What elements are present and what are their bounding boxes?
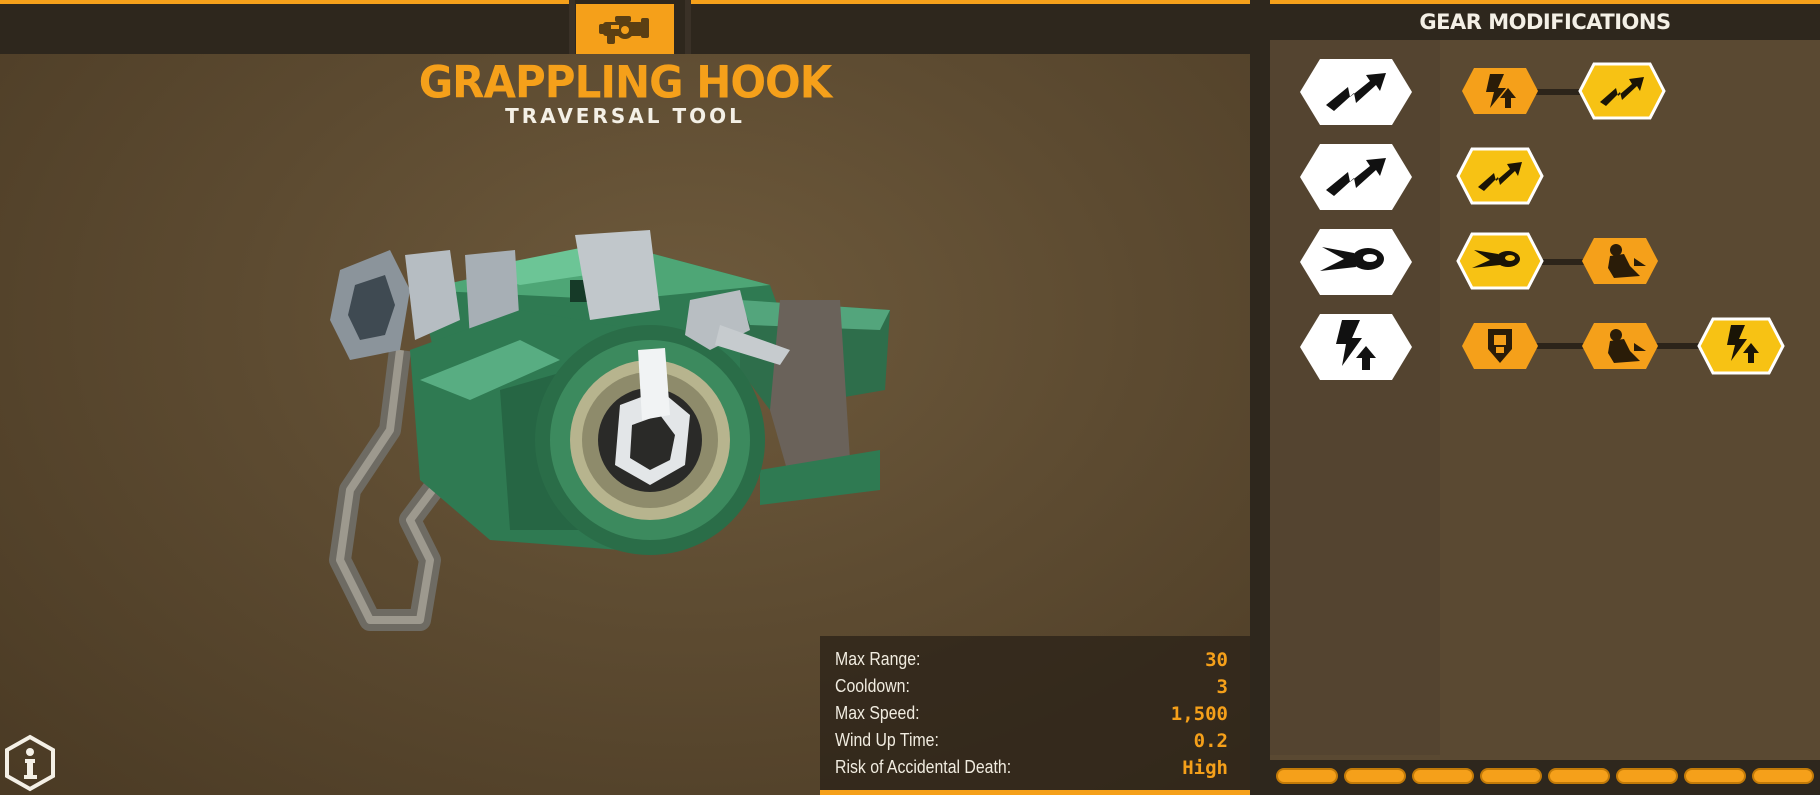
panel-header: GEAR MODIFICATIONS — [1270, 4, 1820, 40]
page-pill[interactable] — [1344, 768, 1406, 784]
info-icon[interactable] — [4, 734, 56, 792]
page-pill[interactable] — [1480, 768, 1542, 784]
base-gear-slot[interactable] — [1298, 312, 1414, 382]
stat-row-risk: Risk of Accidental Death: High — [835, 754, 1228, 781]
stat-row-cooldown: Cooldown: 3 — [835, 673, 1228, 700]
page-pill[interactable] — [1548, 768, 1610, 784]
page-pill[interactable] — [1276, 768, 1338, 784]
mod-slot-selected[interactable] — [1697, 317, 1785, 375]
mod-slot-selected[interactable] — [1456, 147, 1544, 205]
stats-panel: Max Range: 30 Cooldown: 3 Max Speed: 1,5… — [820, 636, 1250, 795]
page-pill[interactable] — [1412, 768, 1474, 784]
mod-slot[interactable] — [1580, 321, 1660, 371]
stat-label: Wind Up Time: — [835, 730, 939, 750]
stat-label: Max Speed: — [835, 703, 920, 723]
page-pill[interactable] — [1616, 768, 1678, 784]
stat-label: Max Range: — [835, 649, 921, 669]
item-subtitle: TRAVERSAL TOOL — [505, 104, 745, 128]
stat-row-wind-up-time: Wind Up Time: 0.2 — [835, 727, 1228, 754]
item-title: GRAPPLING HOOK — [418, 56, 833, 109]
stat-row-max-speed: Max Speed: 1,500 — [835, 700, 1228, 727]
mod-slot-selected[interactable] — [1578, 62, 1666, 120]
stat-label: Risk of Accidental Death: — [835, 757, 1012, 777]
page-pill[interactable] — [1684, 768, 1746, 784]
stat-value: 30 — [1205, 648, 1228, 671]
stat-value: 1,500 — [1170, 702, 1228, 725]
stat-value: 0.2 — [1193, 729, 1228, 752]
mod-slot-selected[interactable] — [1456, 232, 1544, 290]
stat-value: 3 — [1216, 675, 1228, 698]
gadget-category-icon — [599, 16, 649, 44]
panel-divider — [1250, 0, 1270, 795]
panel-title: GEAR MODIFICATIONS — [1419, 10, 1671, 34]
category-tab[interactable] — [576, 4, 674, 54]
mod-slot[interactable] — [1580, 236, 1660, 286]
grappling-hook-model — [329, 230, 890, 631]
stat-label: Cooldown: — [835, 676, 910, 696]
mod-slot[interactable] — [1460, 321, 1540, 371]
base-gear-slot[interactable] — [1298, 57, 1414, 127]
base-gear-slot[interactable] — [1298, 227, 1414, 297]
stats-accent-line — [820, 790, 1250, 795]
mod-slot[interactable] — [1460, 66, 1540, 116]
page-pill[interactable] — [1752, 768, 1814, 784]
stat-row-max-range: Max Range: 30 — [835, 646, 1228, 673]
stat-value: High — [1182, 756, 1228, 779]
base-gear-slot[interactable] — [1298, 142, 1414, 212]
mod-connector — [1536, 343, 1586, 349]
